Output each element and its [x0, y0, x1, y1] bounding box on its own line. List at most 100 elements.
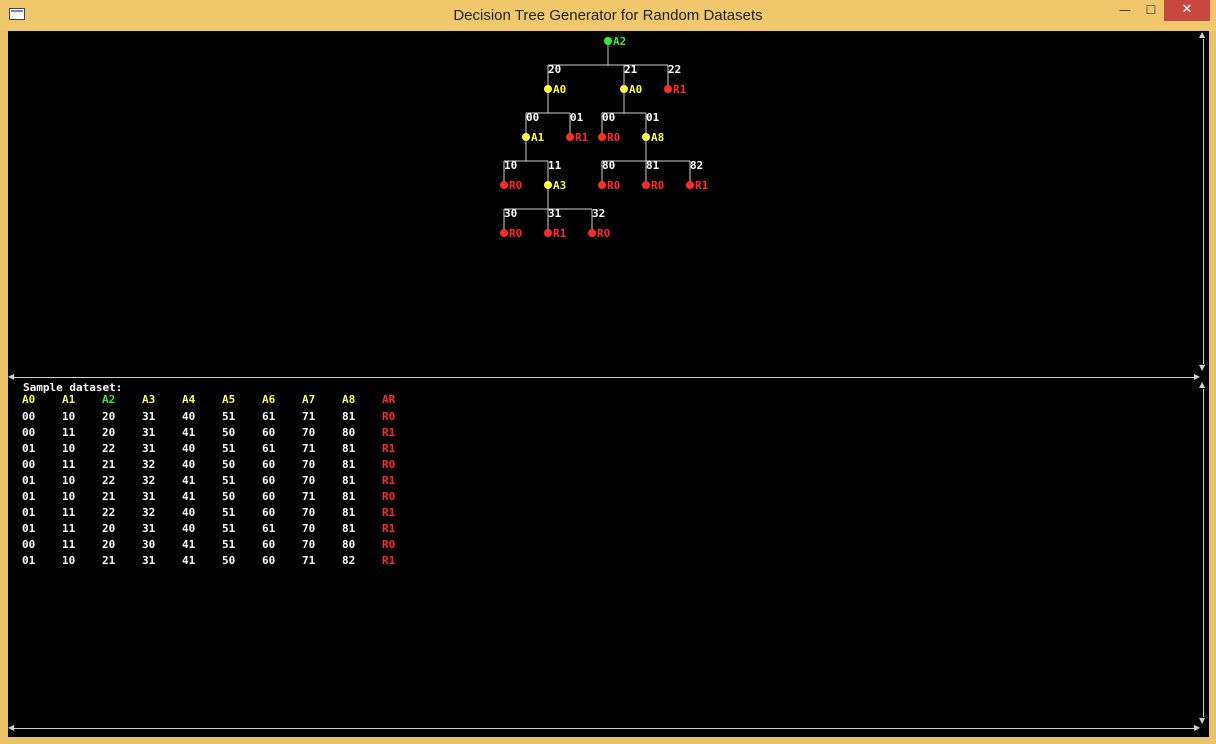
tree-node-label: R0 — [597, 227, 610, 240]
decision-tree-canvas: 20 21 22 00 01 00 01 10 11 80 81 82 30 31 32 A2 A0 A0 R1 A1… — [500, 35, 709, 240]
dataset-vertical-scrollbar[interactable]: ▲ ▼ — [1199, 381, 1205, 725]
scroll-down-arrow-icon[interactable]: ▼ — [1199, 364, 1205, 372]
dataset-cell: 41 — [182, 473, 196, 487]
title-bar: Decision Tree Generator for Random Datas… — [0, 0, 1216, 31]
tree-node-label: R0 — [509, 179, 522, 192]
tree-node-label: A1 — [531, 131, 545, 144]
dataset-cell: 10 — [62, 553, 76, 567]
column-header: A1 — [62, 392, 76, 406]
dataset-horizontal-scrollbar[interactable]: ◀ ▶ — [8, 724, 1200, 732]
column-header: A2 — [102, 392, 116, 406]
dataset-cell: 10 — [62, 473, 76, 487]
dataset-cell: 60 — [262, 505, 276, 519]
dataset-cell: 41 — [182, 553, 196, 567]
scroll-right-arrow-icon[interactable]: ▶ — [1194, 724, 1200, 732]
dataset-cell: 61 — [262, 441, 276, 455]
dataset-cell: 60 — [262, 553, 276, 567]
tree-vertical-scrollbar[interactable]: ▲ ▼ — [1199, 31, 1205, 372]
dataset-cell: 32 — [142, 473, 156, 487]
scroll-left-arrow-icon[interactable]: ◀ — [8, 373, 14, 381]
tree-node-dot — [620, 85, 628, 93]
close-button[interactable]: ✕ — [1164, 0, 1210, 21]
dataset-cell: 81 — [342, 521, 356, 535]
column-header: AR — [382, 392, 396, 406]
branch-value-label: 22 — [668, 63, 681, 76]
scroll-up-arrow-icon[interactable]: ▲ — [1199, 31, 1205, 39]
scroll-right-arrow-icon[interactable]: ▶ — [1194, 373, 1200, 381]
tree-node-label: A8 — [651, 131, 664, 144]
branch-value-label: 82 — [690, 159, 703, 172]
dataset-cell: 71 — [302, 441, 316, 455]
dataset-cell: 60 — [262, 489, 276, 503]
dataset-cell: 70 — [302, 425, 316, 439]
dataset-cell: 01 — [22, 489, 36, 503]
dataset-cell: 32 — [142, 505, 156, 519]
dataset-row: 00 11 20 30 41 51 60 70 80 R0 — [22, 536, 422, 552]
dataset-cell: 70 — [302, 473, 316, 487]
dataset-cell: 40 — [182, 521, 196, 535]
column-header: A8 — [342, 392, 356, 406]
dataset-cell: 60 — [262, 537, 276, 551]
scrollbar-track[interactable] — [14, 377, 1194, 378]
tree-node-dot — [598, 181, 606, 189]
dataset-cell: 11 — [62, 505, 76, 519]
column-header: A0 — [22, 392, 36, 406]
dataset-cell: 51 — [222, 505, 236, 519]
dataset-cell: R0 — [382, 457, 396, 471]
dataset-cell: 00 — [22, 457, 36, 471]
tree-node-dot — [500, 181, 508, 189]
scrollbar-track[interactable] — [1203, 389, 1204, 717]
dataset-cell: 50 — [222, 457, 236, 471]
dataset-cell: 01 — [22, 553, 36, 567]
maximize-button[interactable]: ☐ — [1138, 0, 1164, 21]
scroll-left-arrow-icon[interactable]: ◀ — [8, 724, 14, 732]
dataset-cell: 60 — [262, 457, 276, 471]
tree-node-label: R0 — [509, 227, 522, 240]
dataset-cell: 20 — [102, 537, 116, 551]
scrollbar-track[interactable] — [1203, 39, 1204, 364]
dataset-cell: 40 — [182, 505, 196, 519]
minimize-button[interactable]: — — [1112, 0, 1138, 21]
dataset-cell: 81 — [342, 457, 356, 471]
dataset-cell: 50 — [222, 489, 236, 503]
dataset-cell: 71 — [302, 489, 316, 503]
dataset-cell: 21 — [102, 457, 116, 471]
tree-node-label: A0 — [553, 83, 566, 96]
dataset-cell: 71 — [302, 553, 316, 567]
tree-node-label: R1 — [553, 227, 567, 240]
scroll-up-arrow-icon[interactable]: ▲ — [1199, 381, 1205, 389]
tree-node-dot — [544, 181, 552, 189]
tree-node-label: A0 — [629, 83, 642, 96]
dataset-cell: 40 — [182, 457, 196, 471]
dataset-cell: 11 — [62, 457, 76, 471]
dataset-cell: 10 — [62, 489, 76, 503]
dataset-cell: 81 — [342, 409, 356, 423]
dataset-cell: 00 — [22, 409, 36, 423]
tree-node-label: R1 — [673, 83, 687, 96]
dataset-cell: 20 — [102, 521, 116, 535]
tree-node-label: R0 — [607, 179, 620, 192]
tree-node-label: R1 — [575, 131, 589, 144]
dataset-cell: 61 — [262, 409, 276, 423]
tree-node-dot — [522, 133, 530, 141]
branch-value-label: 81 — [646, 159, 660, 172]
dataset-cell: 41 — [182, 537, 196, 551]
scrollbar-track[interactable] — [14, 728, 1194, 729]
dataset-cell: R0 — [382, 537, 396, 551]
branch-value-label: 01 — [570, 111, 584, 124]
dataset-cell: R1 — [382, 505, 396, 519]
tree-node-label: R0 — [651, 179, 664, 192]
branch-value-label: 31 — [548, 207, 562, 220]
tree-horizontal-scrollbar[interactable]: ◀ ▶ — [8, 373, 1200, 381]
dataset-cell: 31 — [142, 553, 156, 567]
branch-value-label: 30 — [504, 207, 517, 220]
dataset-cell: 70 — [302, 505, 316, 519]
branch-value-label: 01 — [646, 111, 660, 124]
dataset-cell: 22 — [102, 441, 116, 455]
dataset-cell: 01 — [22, 441, 36, 455]
dataset-cell: 51 — [222, 537, 236, 551]
dataset-cell: 51 — [222, 441, 236, 455]
dataset-cell: 30 — [142, 537, 156, 551]
dataset-cell: 82 — [342, 553, 356, 567]
tree-node-dot — [566, 133, 574, 141]
